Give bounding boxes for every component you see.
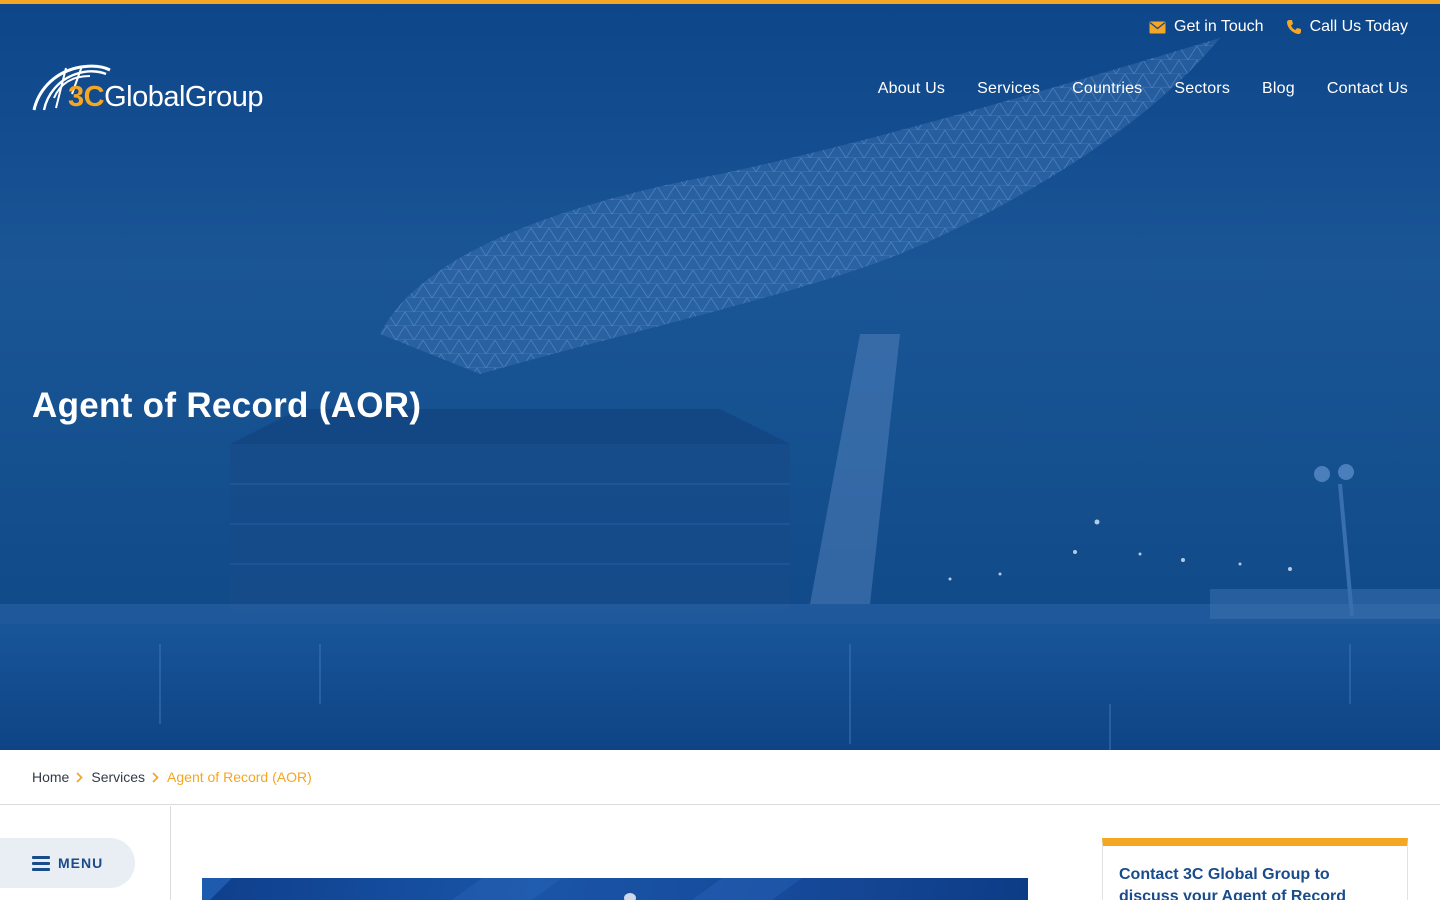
contact-card-text: Contact 3C Global Group to discuss your … xyxy=(1119,866,1346,900)
content-feature-image xyxy=(202,878,1028,900)
envelope-icon xyxy=(1149,21,1166,33)
breadcrumb-current: Agent of Record (AOR) xyxy=(167,769,312,785)
nav-item-sectors[interactable]: Sectors xyxy=(1174,80,1230,98)
nav-item-services[interactable]: Services xyxy=(977,80,1040,98)
menu-label: MENU xyxy=(58,855,104,871)
page-title: Agent of Record (AOR) xyxy=(32,386,422,425)
menu-button[interactable]: MENU xyxy=(0,838,135,888)
nav-item-blog[interactable]: Blog xyxy=(1262,80,1295,98)
chevron-right-icon xyxy=(152,771,159,783)
utility-nav: Get in Touch Call Us Today xyxy=(1149,18,1408,36)
hero-background-image xyxy=(0,38,1440,750)
hero-banner: Get in Touch Call Us Today 3CGlobalGroup… xyxy=(0,4,1440,750)
get-in-touch-label: Get in Touch xyxy=(1174,18,1264,35)
get-in-touch-link[interactable]: Get in Touch xyxy=(1149,18,1264,36)
main-nav: About Us Services Countries Sectors Blog… xyxy=(878,80,1408,98)
nav-item-contact-us[interactable]: Contact Us xyxy=(1327,80,1408,98)
feature-image-graphic xyxy=(202,878,802,900)
breadcrumb: Home Services Agent of Record (AOR) xyxy=(0,750,1440,805)
call-us-label: Call Us Today xyxy=(1309,18,1408,35)
logo-wordmark: 3CGlobalGroup xyxy=(68,81,264,114)
chevron-right-icon xyxy=(76,771,84,783)
nav-item-countries[interactable]: Countries xyxy=(1072,80,1142,98)
logo-rest-text: GlobalGroup xyxy=(104,81,264,113)
breadcrumb-home[interactable]: Home xyxy=(32,769,69,785)
phone-icon xyxy=(1286,20,1301,34)
hamburger-icon xyxy=(32,855,50,871)
nav-item-about-us[interactable]: About Us xyxy=(878,80,945,98)
breadcrumb-services[interactable]: Services xyxy=(91,769,145,785)
contact-card: Contact 3C Global Group to discuss your … xyxy=(1102,838,1408,900)
sidebar-left: MENU xyxy=(0,806,171,900)
call-us-link[interactable]: Call Us Today xyxy=(1286,18,1408,36)
site-logo[interactable]: 3CGlobalGroup xyxy=(32,62,264,114)
logo-accent-text: 3C xyxy=(68,81,105,113)
